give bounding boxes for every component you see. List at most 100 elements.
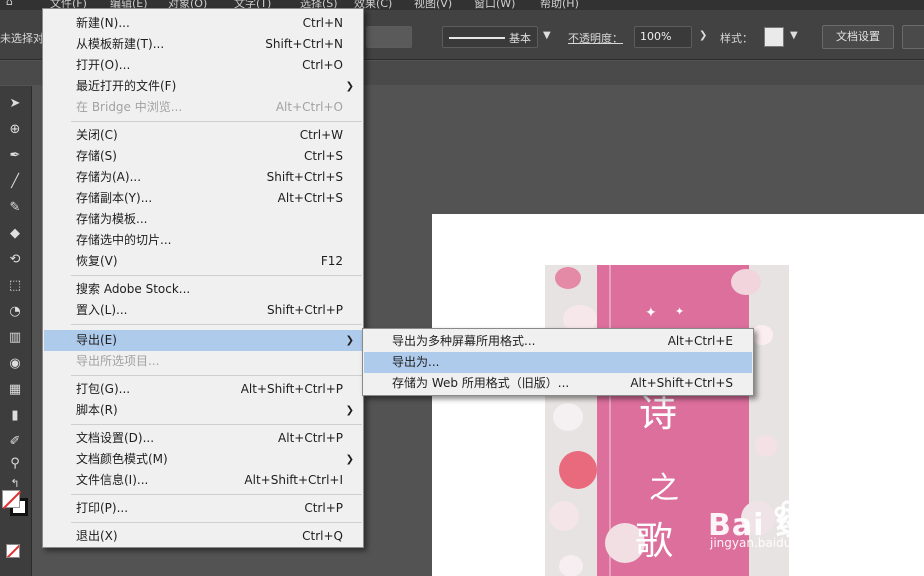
menu-view[interactable]: 视图(V)	[414, 0, 452, 10]
fill-swatch[interactable]	[2, 490, 20, 508]
menu-item-save-for-web[interactable]: 存储为 Web 所用格式（旧版）... Alt+Shift+Ctrl+S	[364, 373, 752, 394]
menu-item-label: 存储副本(Y)...	[76, 191, 153, 205]
shape-builder-icon[interactable]: ◔	[3, 300, 27, 324]
menu-item-save[interactable]: 存储(S) Ctrl+S	[44, 146, 362, 167]
menu-item-new[interactable]: 新建(N)... Ctrl+N	[44, 13, 362, 34]
chevron-right-icon[interactable]: ❯	[699, 30, 707, 41]
menu-item-print[interactable]: 打印(P)... Ctrl+P	[44, 498, 362, 519]
menu-item-new-from-template[interactable]: 从模板新建(T)... Shift+Ctrl+N	[44, 34, 362, 55]
eyedropper-icon[interactable]: ◉	[3, 352, 27, 376]
opacity-label[interactable]: 不透明度：	[568, 30, 623, 46]
menu-item-label: 在 Bridge 中浏览...	[76, 100, 183, 114]
document-setup-button[interactable]: 文档设置	[822, 25, 894, 49]
rotate-icon[interactable]: ⟲	[3, 248, 27, 272]
menu-item-export[interactable]: 导出(E) ❯	[44, 330, 362, 351]
menu-item-revert[interactable]: 恢复(V) F12	[44, 251, 362, 272]
none-color-icon[interactable]	[6, 544, 20, 558]
menu-item-place[interactable]: 置入(L)... Shift+Ctrl+P	[44, 300, 362, 321]
menu-item-label: 存储选中的切片...	[76, 233, 172, 247]
menu-item-label: 搜索 Adobe Stock...	[76, 282, 191, 296]
menu-item-shortcut: Ctrl+N	[302, 16, 343, 30]
brush-icon[interactable]: ✎	[3, 196, 27, 220]
menu-item-label: 存储为(A)...	[76, 170, 142, 184]
calligraphy-char: 之	[649, 471, 679, 506]
chevron-down-icon[interactable]: ▼	[790, 30, 798, 41]
menu-item-label: 导出为多种屏幕所用格式...	[392, 334, 536, 348]
gradient-icon[interactable]: ▥	[3, 326, 27, 350]
menu-item-shortcut: Shift+Ctrl+P	[267, 303, 343, 317]
menu-item-shortcut: Ctrl+S	[303, 149, 343, 163]
watermark-url: jingyan.baidu.com	[710, 536, 821, 550]
menu-help[interactable]: 帮助(H)	[540, 0, 579, 10]
menu-item-label: 导出为...	[392, 355, 440, 369]
menu-item-label: 文件信息(I)...	[76, 473, 149, 487]
menu-item-open-recent[interactable]: 最近打开的文件(F) ❯	[44, 76, 362, 97]
fill-stroke-swatches[interactable]	[2, 490, 30, 518]
submenu-arrow-icon: ❯	[345, 454, 354, 465]
file-menu: 新建(N)... Ctrl+N 从模板新建(T)... Shift+Ctrl+N…	[42, 8, 364, 548]
menu-separator	[71, 494, 362, 495]
baidu-watermark: Bai 经验 jingyan.baidu.com	[700, 494, 900, 576]
menu-item-exit[interactable]: 退出(X) Ctrl+Q	[44, 526, 362, 547]
menu-item-open[interactable]: 打开(O)... Ctrl+O	[44, 55, 362, 76]
flower-decoration	[549, 501, 579, 531]
menu-separator	[71, 522, 362, 523]
menu-item-label: 存储为 Web 所用格式（旧版）...	[392, 376, 570, 390]
opacity-value: 100%	[640, 30, 672, 43]
slice-icon[interactable]: ✐	[3, 430, 27, 454]
menu-item-shortcut: Shift+Ctrl+S	[266, 170, 343, 184]
menu-item-label: 新建(N)...	[76, 16, 130, 30]
style-label: 样式：	[720, 32, 753, 45]
line-icon[interactable]: ╱	[3, 170, 27, 194]
chevron-down-icon[interactable]: ▼	[543, 30, 551, 41]
menu-item-label: 导出所选项目...	[76, 354, 160, 368]
graphic-style-swatch[interactable]	[764, 27, 784, 47]
menu-item-shortcut: Alt+Ctrl+O	[275, 100, 343, 114]
menu-item-export-as[interactable]: 导出为...	[364, 352, 752, 373]
flower-decoration	[555, 267, 581, 289]
menu-item-label: 导出(E)	[76, 333, 117, 347]
calligraphy-char: 诗	[639, 391, 678, 435]
home-icon[interactable]: ⌂	[6, 0, 13, 8]
menu-item-shortcut: Alt+Shift+Ctrl+I	[244, 473, 343, 487]
direct-select-icon[interactable]: ⊕	[3, 118, 27, 142]
eraser-icon[interactable]: ◆	[3, 222, 27, 246]
menu-item-close[interactable]: 关闭(C) Ctrl+W	[44, 125, 362, 146]
menu-item-export-for-screens[interactable]: 导出为多种屏幕所用格式... Alt+Ctrl+E	[364, 331, 752, 352]
menu-item-document-color-mode[interactable]: 文档颜色模式(M) ❯	[44, 449, 362, 470]
sparkle-icon: ✦	[675, 305, 685, 318]
flower-decoration	[731, 269, 761, 295]
stroke-style-dropdown[interactable]: 基本	[442, 26, 538, 48]
menu-item-label: 存储为模板...	[76, 212, 148, 226]
menu-item-package[interactable]: 打包(G)... Alt+Shift+Ctrl+P	[44, 379, 362, 400]
menu-item-label: 打印(P)...	[76, 501, 129, 515]
graph-icon[interactable]: ▮	[3, 404, 27, 428]
menu-item-label: 恢复(V)	[76, 254, 118, 268]
flower-decoration	[559, 555, 583, 576]
menu-item-scripts[interactable]: 脚本(R) ❯	[44, 400, 362, 421]
baidu-paw-icon	[774, 500, 807, 534]
menu-item-shortcut: Shift+Ctrl+N	[265, 37, 343, 51]
menu-item-save-template[interactable]: 存储为模板...	[44, 209, 362, 230]
submenu-arrow-icon: ❯	[345, 81, 354, 92]
menu-item-save-slices[interactable]: 存储选中的切片...	[44, 230, 362, 251]
blend-icon[interactable]: ▦	[3, 378, 27, 402]
menu-item-label: 置入(L)...	[76, 303, 128, 317]
menu-separator	[71, 375, 362, 376]
selection-tool-icon[interactable]: ➤	[3, 92, 27, 116]
submenu-arrow-icon: ❯	[345, 335, 354, 346]
menu-item-save-as[interactable]: 存储为(A)... Shift+Ctrl+S	[44, 167, 362, 188]
pen-icon[interactable]: ✒	[3, 144, 27, 168]
menu-item-search-stock[interactable]: 搜索 Adobe Stock...	[44, 279, 362, 300]
menu-item-label: 打包(G)...	[76, 382, 131, 396]
flower-decoration	[553, 403, 583, 431]
preferences-button[interactable]	[902, 25, 924, 49]
menu-item-shortcut: Ctrl+O	[302, 58, 343, 72]
stroke-weight-field[interactable]	[366, 26, 412, 48]
scale-icon[interactable]: ⬚	[3, 274, 27, 298]
menu-item-file-info[interactable]: 文件信息(I)... Alt+Shift+Ctrl+I	[44, 470, 362, 491]
menu-item-document-setup[interactable]: 文档设置(D)... Alt+Ctrl+P	[44, 428, 362, 449]
menu-item-save-copy[interactable]: 存储副本(Y)... Alt+Ctrl+S	[44, 188, 362, 209]
menu-window[interactable]: 窗口(W)	[474, 0, 515, 10]
opacity-input[interactable]: 100%	[634, 26, 692, 48]
